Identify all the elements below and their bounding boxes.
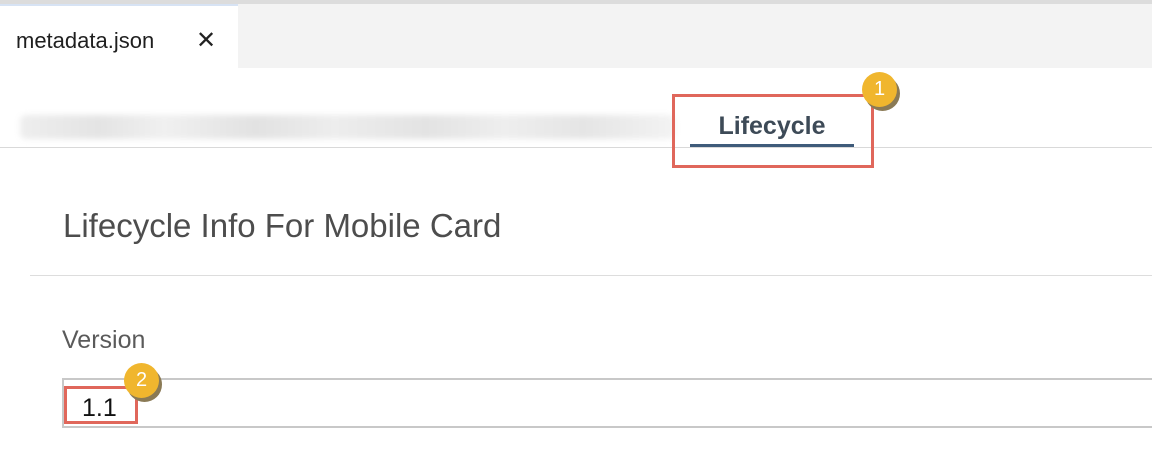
step-badge-2: 2	[124, 363, 159, 398]
editor-tab-label: metadata.json	[16, 28, 155, 53]
editor-tab-metadata-json[interactable]: metadata.json ✕	[0, 4, 238, 68]
version-input[interactable]: 1.1	[62, 378, 1152, 428]
blurred-tabs	[20, 115, 675, 139]
editor-tab-strip: metadata.json ✕	[0, 0, 1152, 68]
section-divider	[30, 275, 1152, 276]
section-title: Lifecycle Info For Mobile Card	[63, 207, 502, 244]
version-label: Version	[62, 326, 146, 354]
close-icon[interactable]: ✕	[196, 26, 216, 55]
tabs-divider	[0, 147, 1152, 148]
step-badge-1: 1	[862, 72, 897, 107]
highlight-version-value	[64, 386, 138, 424]
highlight-lifecycle-tab	[672, 94, 874, 168]
editor-page: metadata.json ✕ Lifecycle Lifecycle Info…	[0, 0, 1152, 450]
